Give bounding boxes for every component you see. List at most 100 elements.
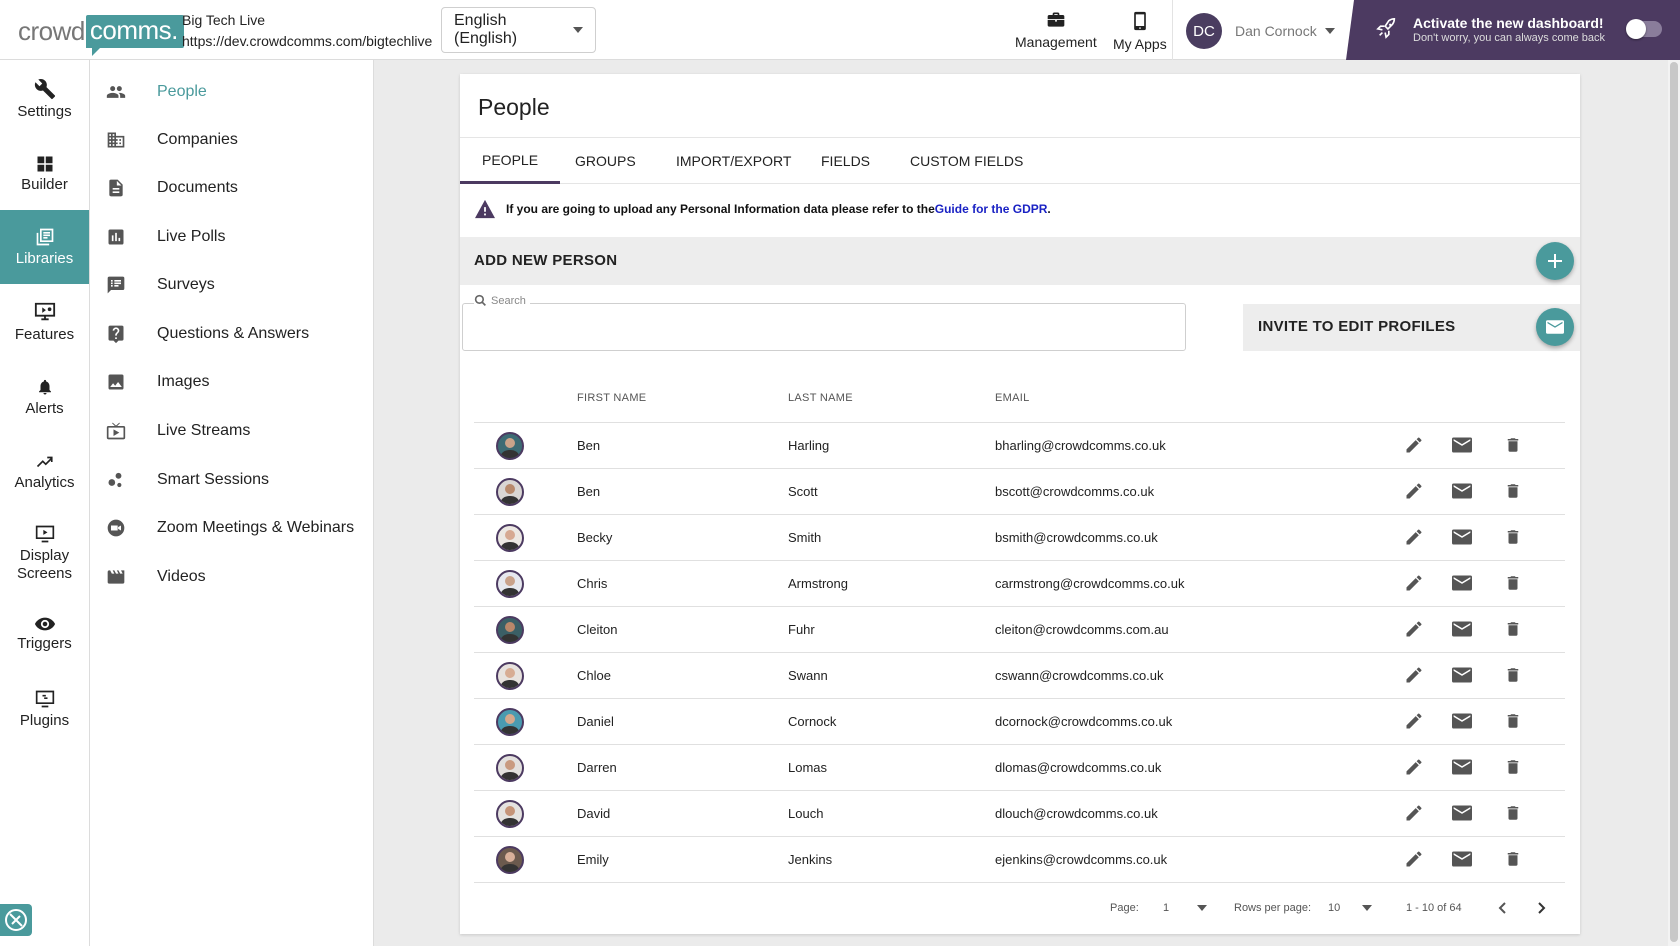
subnav-questions-answers[interactable]: Questions & Answers (90, 314, 374, 354)
gdpr-text-end: . (1047, 202, 1051, 216)
table-row[interactable]: Becky Smith bsmith@crowdcomms.co.uk (474, 515, 1565, 561)
subnav-images[interactable]: Images (90, 362, 374, 402)
edit-icon[interactable] (1404, 481, 1424, 501)
nav-display-screens[interactable]: Display Screens (0, 510, 89, 596)
edit-icon[interactable] (1404, 619, 1424, 639)
delete-icon[interactable] (1504, 481, 1522, 501)
delete-icon[interactable] (1504, 711, 1522, 731)
subnav-documents[interactable]: Documents (90, 168, 374, 208)
accessibility-help-button[interactable] (0, 904, 32, 936)
wrench-icon (34, 78, 55, 99)
user-menu[interactable]: DC Dan Cornock (1186, 13, 1335, 49)
subnav-smart-sessions[interactable]: Smart Sessions (90, 460, 374, 500)
language-selected-value: English (English) (454, 12, 518, 47)
table-row[interactable]: Emily Jenkins ejenkins@crowdcomms.co.uk (474, 837, 1565, 883)
rows-per-page-select[interactable]: 10 (1328, 899, 1372, 917)
delete-icon[interactable] (1504, 757, 1522, 777)
nav-triggers-label: Triggers (17, 634, 72, 652)
previous-page-button[interactable] (1496, 901, 1510, 915)
table-row[interactable]: Chloe Swann cswann@crowdcomms.co.uk (474, 653, 1565, 699)
delete-icon[interactable] (1504, 619, 1522, 639)
nav-triggers[interactable]: Triggers (0, 597, 89, 671)
add-person-button[interactable] (1536, 242, 1574, 280)
management-button[interactable]: Management (1015, 10, 1097, 50)
edit-icon[interactable] (1404, 711, 1424, 731)
header-last-name[interactable]: LAST NAME (788, 392, 853, 404)
tab-fields[interactable]: FIELDS (799, 138, 892, 184)
edit-icon[interactable] (1404, 757, 1424, 777)
subnav-live-polls[interactable]: Live Polls (90, 217, 374, 257)
mail-icon[interactable] (1452, 437, 1472, 453)
tab-import-export[interactable]: IMPORT/EXPORT (654, 138, 813, 184)
nav-analytics[interactable]: Analytics (0, 435, 89, 509)
mail-icon[interactable] (1452, 851, 1472, 867)
header-email[interactable]: EMAIL (995, 392, 1030, 404)
edit-icon[interactable] (1404, 803, 1424, 823)
page-scrollbar[interactable] (1668, 60, 1680, 946)
subnav-people[interactable]: People (90, 72, 374, 112)
subnav-videos[interactable]: Videos (90, 557, 374, 597)
table-row[interactable]: Daniel Cornock dcornock@crowdcomms.co.uk (474, 699, 1565, 745)
scrollbar-thumb[interactable] (1670, 62, 1678, 942)
subnav-surveys-label: Surveys (157, 276, 215, 293)
table-row[interactable]: Darren Lomas dlomas@crowdcomms.co.uk (474, 745, 1565, 791)
table-row[interactable]: Ben Scott bscott@crowdcomms.co.uk (474, 469, 1565, 515)
live-tv-icon (106, 422, 126, 440)
delete-icon[interactable] (1504, 573, 1522, 593)
edit-icon[interactable] (1404, 573, 1424, 593)
nav-builder[interactable]: Builder (0, 137, 89, 211)
edit-icon[interactable] (1404, 665, 1424, 685)
nav-plugins[interactable]: Plugins (0, 672, 89, 746)
page-select[interactable]: 1 (1163, 899, 1207, 917)
cell-email: dcornock@crowdcomms.co.uk (995, 714, 1173, 729)
search-input[interactable] (462, 303, 1186, 351)
pagination: Page: 1 Rows per page: 10 1 - 10 of 64 (460, 894, 1580, 924)
edit-icon[interactable] (1404, 527, 1424, 547)
subnav-questions-answers-label: Questions & Answers (157, 325, 310, 342)
subnav-companies[interactable]: Companies (90, 120, 374, 160)
delete-icon[interactable] (1504, 435, 1522, 455)
table-row[interactable]: Chris Armstrong carmstrong@crowdcomms.co.u… (474, 561, 1565, 607)
table-row[interactable]: David Louch dlouch@crowdcomms.co.uk (474, 791, 1565, 837)
mail-icon[interactable] (1452, 621, 1472, 637)
crowdcomms-logo[interactable]: crowd comms. (18, 14, 184, 56)
invite-email-button[interactable] (1536, 308, 1574, 346)
table-row[interactable]: Ben Harling bharling@crowdcomms.co.uk (474, 423, 1565, 469)
cell-first-name: Daniel (577, 714, 614, 729)
subnav-live-streams[interactable]: Live Streams (90, 411, 374, 451)
mail-icon[interactable] (1452, 575, 1472, 591)
delete-icon[interactable] (1504, 527, 1522, 547)
nav-settings[interactable]: Settings (0, 62, 89, 136)
delete-icon[interactable] (1504, 849, 1522, 869)
subnav-live-polls-label: Live Polls (157, 228, 226, 245)
nav-features-label: Features (14, 325, 75, 343)
my-apps-button[interactable]: My Apps (1113, 10, 1167, 52)
mail-icon[interactable] (1452, 713, 1472, 729)
activate-dashboard-toggle[interactable] (1626, 19, 1662, 39)
subnav-surveys[interactable]: Surveys (90, 265, 374, 305)
tab-custom-fields[interactable]: CUSTOM FIELDS (888, 138, 1045, 184)
delete-icon[interactable] (1504, 665, 1522, 685)
person-avatar (496, 754, 524, 782)
mail-icon[interactable] (1452, 805, 1472, 821)
tab-people[interactable]: PEOPLE (460, 138, 561, 184)
tab-groups[interactable]: GROUPS (553, 138, 658, 184)
nav-alerts[interactable]: Alerts (0, 360, 89, 434)
table-row[interactable]: Cleiton Fuhr cleiton@crowdcomms.com.au (474, 607, 1565, 653)
nav-libraries[interactable]: Libraries (0, 210, 89, 284)
mail-icon[interactable] (1452, 483, 1472, 499)
mail-icon[interactable] (1452, 667, 1472, 683)
mail-icon[interactable] (1452, 759, 1472, 775)
gdpr-guide-link[interactable]: Guide for the GDPR (935, 202, 1048, 216)
grid-icon (37, 156, 52, 171)
language-select[interactable]: English (English) (441, 7, 596, 53)
nav-features[interactable]: Features (0, 285, 89, 359)
document-icon (109, 179, 123, 197)
edit-icon[interactable] (1404, 849, 1424, 869)
subnav-zoom-meetings[interactable]: Zoom Meetings & Webinars (90, 508, 374, 548)
edit-icon[interactable] (1404, 435, 1424, 455)
mail-icon[interactable] (1452, 529, 1472, 545)
next-page-button[interactable] (1534, 901, 1548, 915)
delete-icon[interactable] (1504, 803, 1522, 823)
header-first-name[interactable]: FIRST NAME (577, 392, 646, 404)
